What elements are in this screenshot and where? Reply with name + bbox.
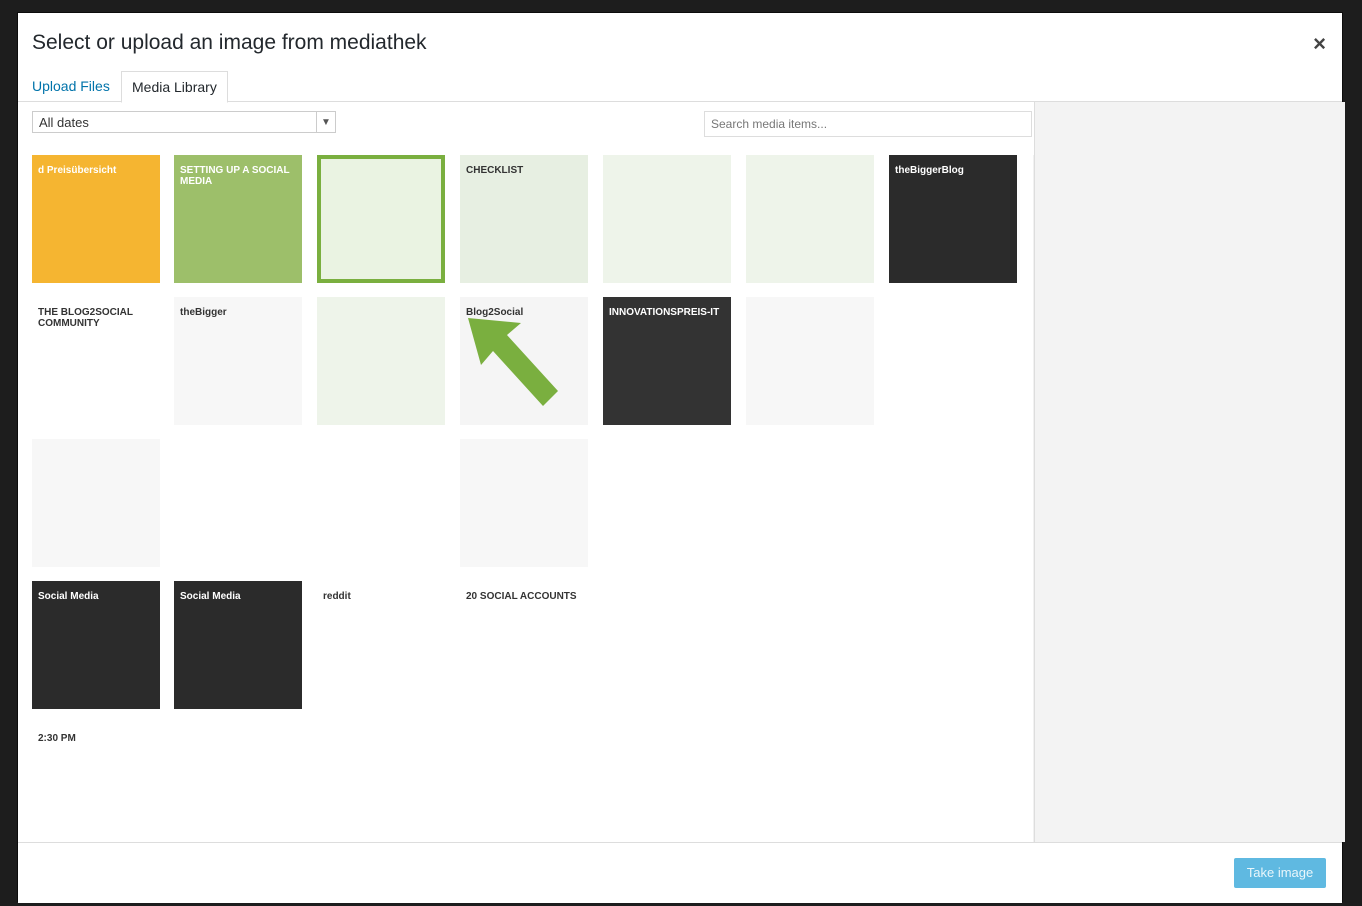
thumbnail-text: reddit [323, 591, 351, 602]
media-thumbnail[interactable] [317, 297, 445, 425]
thumbnail-text: theBiggerBlog [895, 165, 964, 176]
media-thumbnail[interactable] [174, 439, 302, 567]
media-thumbnail[interactable] [603, 439, 731, 567]
media-thumbnail[interactable] [603, 581, 731, 709]
media-thumbnail[interactable] [317, 155, 445, 283]
media-thumbnail[interactable]: reddit [317, 581, 445, 709]
media-thumbnail[interactable] [746, 581, 874, 709]
media-thumbnail[interactable]: SETTING UP A SOCIAL MEDIA [174, 155, 302, 283]
search-input[interactable]: Search media items... [704, 111, 1032, 137]
thumbnail-text: Social Media [180, 591, 241, 602]
thumbnail-text: SETTING UP A SOCIAL MEDIA [180, 165, 290, 187]
arrow-icon [468, 318, 558, 406]
media-thumbnail[interactable] [889, 439, 1017, 567]
media-thumbnail[interactable] [603, 155, 731, 283]
media-thumbnail[interactable] [889, 723, 1017, 845]
media-thumbnail[interactable] [746, 297, 874, 425]
tab-bar: Upload Files Media Library [18, 67, 1342, 103]
tab-media-library[interactable]: Media Library [121, 71, 228, 103]
media-thumbnail[interactable] [317, 439, 445, 567]
media-thumbnail[interactable]: THE BLOG2SOCIAL COMMUNITY [32, 297, 160, 425]
media-thumbnail[interactable]: CHECKLIST [460, 155, 588, 283]
media-thumbnail[interactable]: theBigger [174, 297, 302, 425]
media-modal: Select or upload an image from mediathek… [17, 12, 1345, 903]
thumbnail-text: theBigger [180, 307, 227, 318]
media-thumbnail[interactable]: 20 SOCIAL ACCOUNTS [460, 581, 588, 709]
media-thumbnail[interactable] [317, 723, 445, 845]
media-thumbnail[interactable]: 2:30 PM [32, 723, 160, 845]
media-thumbnail[interactable]: Social Media [174, 581, 302, 709]
thumbnail-text: CHECKLIST [466, 165, 524, 176]
dialog-title: Select or upload an image from mediathek [32, 31, 427, 54]
chevron-down-icon: ▼ [316, 112, 335, 132]
thumbnail-text: Social Media [38, 591, 99, 602]
thumbnail-text: d Preisübersicht [38, 165, 117, 176]
thumbnail-text: INNOVATIONSPREIS-IT [609, 307, 720, 318]
date-filter-select[interactable]: All dates ▼ [32, 111, 336, 133]
media-thumbnail[interactable] [460, 439, 588, 567]
media-thumbnail[interactable] [746, 155, 874, 283]
thumbnail-text: 20 SOCIAL ACCOUNTS [466, 591, 577, 602]
modal-footer: Take image [18, 842, 1342, 903]
media-thumbnail[interactable] [603, 723, 731, 845]
media-thumbnail[interactable] [889, 297, 1017, 425]
thumbnail-text: THE BLOG2SOCIAL COMMUNITY [38, 307, 133, 329]
media-thumbnail[interactable] [746, 439, 874, 567]
media-thumbnail[interactable] [32, 439, 160, 567]
tab-upload-files[interactable]: Upload Files [22, 71, 120, 101]
media-thumbnail[interactable] [746, 723, 874, 845]
media-thumbnail[interactable] [889, 581, 1017, 709]
media-thumbnail[interactable] [460, 723, 588, 845]
media-thumbnail[interactable] [174, 723, 302, 845]
media-thumbnail[interactable]: d Preisübersicht [32, 155, 160, 283]
attachment-details-sidebar [1034, 102, 1345, 842]
close-icon[interactable]: × [1313, 31, 1326, 57]
date-filter-value: All dates [39, 115, 89, 130]
media-thumbnail[interactable]: theBiggerBlog [889, 155, 1017, 283]
media-grid: d Preisübersicht SETTING UP A SOCIAL MEDI… [32, 155, 1032, 845]
take-image-button[interactable]: Take image [1234, 858, 1326, 888]
media-thumbnail[interactable]: Social Media [32, 581, 160, 709]
thumbnail-text: 2:30 PM [38, 733, 76, 744]
media-thumbnail[interactable]: INNOVATIONSPREIS-IT [603, 297, 731, 425]
